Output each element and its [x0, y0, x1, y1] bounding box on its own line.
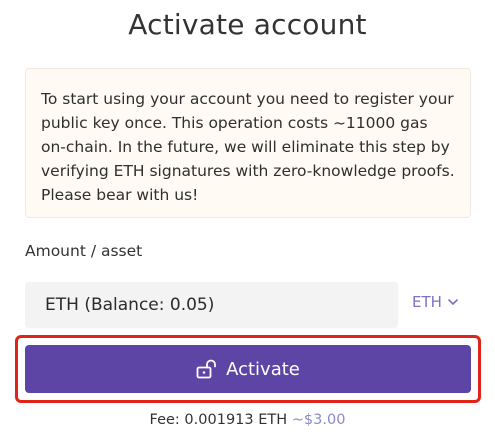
notice-text: To start using your account you need to …	[41, 90, 455, 204]
activate-button[interactable]: Activate	[25, 345, 471, 393]
chevron-down-icon	[448, 298, 458, 306]
activate-button-label: Activate	[226, 358, 300, 380]
unlock-icon	[196, 359, 218, 379]
page-title: Activate account	[128, 8, 367, 41]
amount-input[interactable]: ETH (Balance: 0.05)	[25, 282, 398, 328]
fee-usd: ~$3.00	[291, 412, 346, 428]
amount-asset-label: Amount / asset	[25, 242, 143, 260]
activate-account-page: Activate account To start using your acc…	[0, 0, 495, 446]
info-notice: To start using your account you need to …	[25, 68, 471, 218]
asset-select-value: ETH	[412, 293, 442, 311]
fee-line: Fee: 0.001913 ETH ~$3.00	[0, 412, 495, 428]
fee-amount: Fee: 0.001913 ETH	[149, 412, 288, 428]
asset-select[interactable]: ETH	[412, 293, 458, 311]
